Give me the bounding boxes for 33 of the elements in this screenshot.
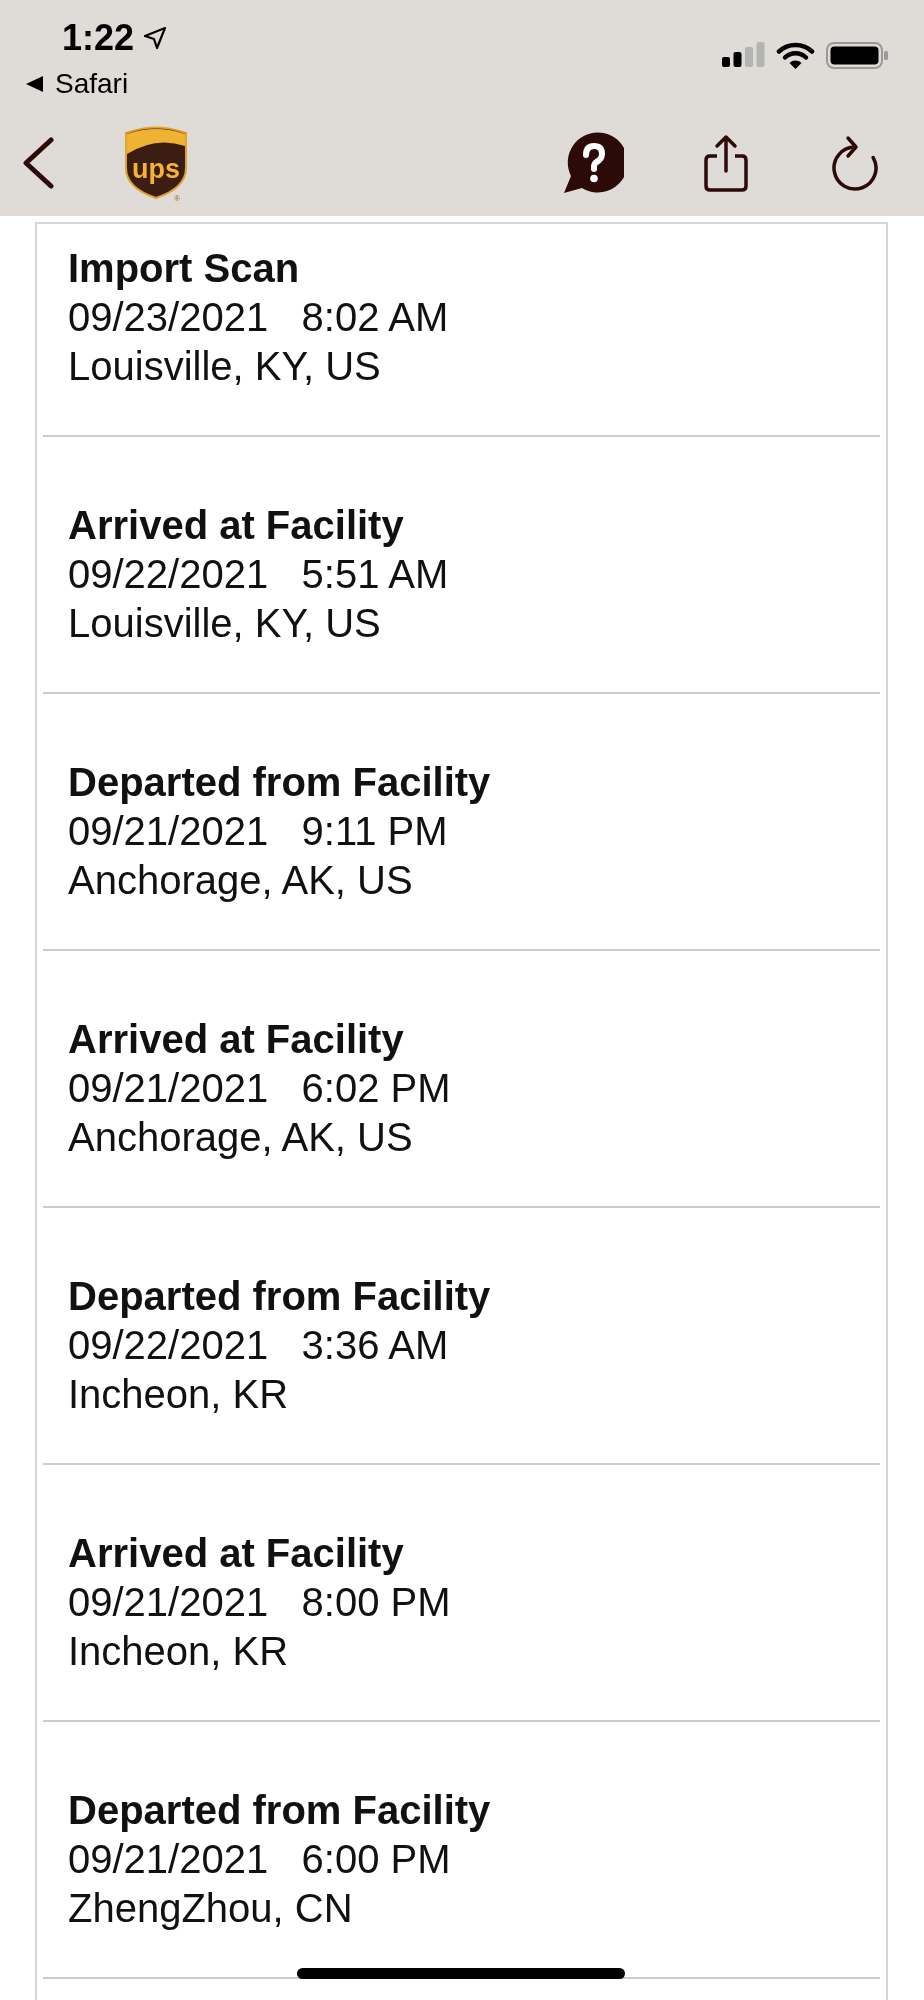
location-arrow-icon <box>143 26 168 50</box>
event-location: Anchorage, AK, US <box>68 857 414 904</box>
back-to-app-link[interactable]: Safari <box>26 66 168 102</box>
ups-logo: ups ® <box>122 124 190 202</box>
event-title: Departed from Facility <box>68 1787 492 1834</box>
share-icon[interactable] <box>703 134 749 192</box>
event-location: Anchorage, AK, US <box>68 1114 414 1161</box>
event-title: Import Scan <box>68 245 301 292</box>
help-icon[interactable] <box>562 132 624 194</box>
event-datetime: 09/22/2021 3:36 AM <box>68 1322 450 1369</box>
signal-icon <box>722 42 765 67</box>
status-time: 1:22 <box>62 18 135 58</box>
event-datetime: 09/21/2021 9:11 PM <box>68 808 449 855</box>
event-title: Arrived at Facility <box>68 1530 405 1577</box>
event-location: ZhengZhou, CN <box>68 1885 354 1932</box>
event-datetime: 09/21/2021 6:00 PM <box>68 1836 452 1883</box>
chevron-left-icon[interactable] <box>22 137 54 189</box>
wifi-icon <box>776 42 815 69</box>
back-triangle-icon <box>26 76 43 92</box>
event-location: Louisville, KY, US <box>68 600 382 647</box>
refresh-icon[interactable] <box>831 135 879 191</box>
event-datetime: 09/21/2021 8:00 PM <box>68 1579 452 1626</box>
event-location: Louisville, KY, US <box>68 343 382 390</box>
event-location: Incheon, KR <box>68 1628 290 1675</box>
event-title: Arrived at Facility <box>68 502 405 549</box>
event-datetime: 09/23/2021 8:02 AM <box>68 294 450 341</box>
event-datetime: 09/22/2021 5:51 AM <box>68 551 450 598</box>
event-title: Departed from Facility <box>68 759 492 806</box>
event-title: Arrived at Facility <box>68 1016 405 1063</box>
event-title: Departed from Facility <box>68 1273 492 1320</box>
battery-icon <box>826 42 888 69</box>
event-location: Incheon, KR <box>68 1371 290 1418</box>
event-datetime: 09/21/2021 6:02 PM <box>68 1065 452 1112</box>
